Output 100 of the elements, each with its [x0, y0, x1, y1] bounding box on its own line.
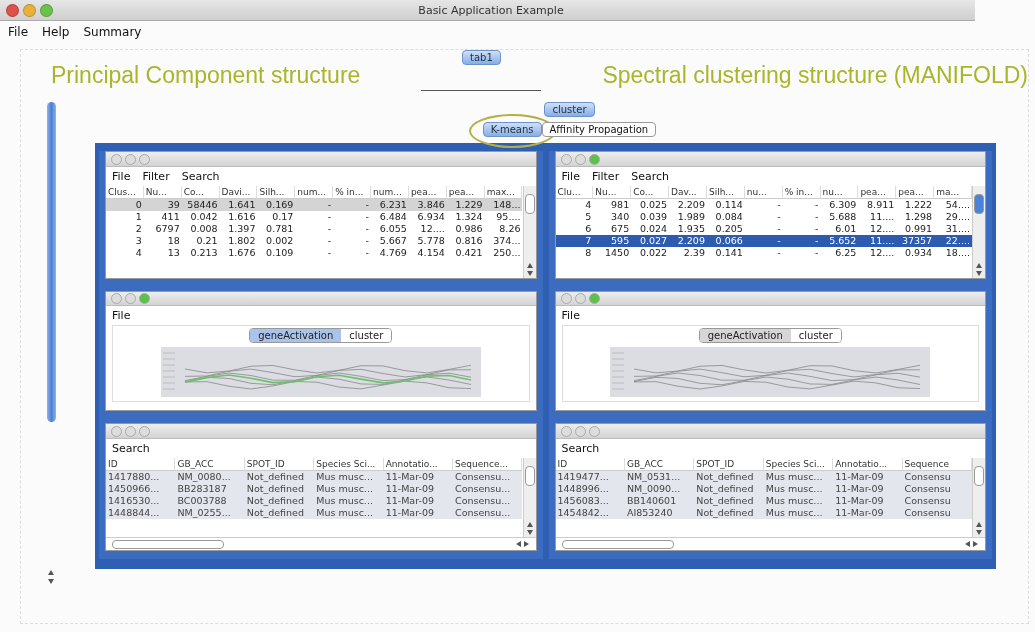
column-header[interactable]: Dav... [669, 186, 707, 199]
window-button[interactable] [588, 425, 600, 437]
arrow-down-icon[interactable] [48, 578, 54, 585]
window-button[interactable] [125, 293, 136, 304]
table-cell-text: 1.298 [903, 211, 934, 223]
column-header[interactable]: pea... [858, 186, 897, 199]
scrollbar[interactable] [522, 458, 536, 537]
scrollbar[interactable] [522, 186, 536, 278]
arrow-right-icon[interactable] [973, 540, 979, 548]
table-cell: Consensu... [453, 507, 523, 519]
arrow-up-icon[interactable] [976, 262, 982, 269]
menu-item[interactable]: File [112, 309, 131, 322]
minimize-button[interactable] [23, 3, 36, 17]
scrollbar[interactable] [972, 186, 985, 278]
menu-item[interactable]: File [561, 309, 580, 322]
window-button[interactable] [139, 425, 150, 437]
column-header[interactable]: ma... [934, 186, 972, 199]
table-cell-text: 0.024 [638, 223, 669, 235]
table-cell-text: 6.934 [416, 211, 446, 223]
tab[interactable]: Affinity Propagation [541, 122, 657, 137]
table-cell: - [782, 235, 821, 247]
close-button[interactable] [6, 3, 19, 17]
tab[interactable]: cluster [544, 102, 595, 117]
arrow-down-icon[interactable] [526, 270, 533, 277]
horizontal-scrollbar[interactable] [555, 537, 985, 550]
window-button[interactable] [139, 153, 150, 165]
window-button[interactable] [560, 425, 572, 437]
menu-item[interactable]: File [561, 170, 580, 183]
column-header[interactable]: Clu... [555, 186, 594, 199]
arrow-up-icon[interactable] [526, 521, 533, 528]
table-cell-text: 6.01 [834, 223, 858, 235]
tab[interactable]: geneActivation [250, 329, 342, 342]
window-button[interactable] [111, 425, 122, 437]
tab[interactable]: geneActivation [699, 329, 791, 342]
arrow-up-icon[interactable] [526, 262, 533, 269]
arrow-down-icon[interactable] [526, 529, 533, 536]
scroll-thumb[interactable] [112, 539, 224, 549]
table-cell: 11.... [858, 235, 897, 247]
table-cell: Consensu... [453, 495, 523, 507]
scroll-thumb[interactable] [561, 539, 674, 549]
column-header[interactable]: % in... [782, 186, 821, 199]
table-cell-text: 12.... [869, 247, 896, 259]
window-button[interactable] [560, 293, 572, 304]
column-header[interactable]: Silh... [706, 186, 745, 199]
table-cell-text: - [776, 223, 782, 235]
arrow-left-icon[interactable] [514, 540, 521, 548]
window-button[interactable] [574, 425, 586, 437]
column-header[interactable]: nu... [744, 186, 783, 199]
arrow-up-icon[interactable] [976, 521, 982, 528]
column-header[interactable]: nu... [820, 186, 859, 199]
menu-item[interactable]: Search [112, 442, 150, 455]
scroll-thumb[interactable] [524, 466, 535, 486]
window-button[interactable] [125, 425, 136, 437]
table-cell-text: 0.816 [454, 235, 484, 247]
table-cell-text: 4 [134, 247, 143, 259]
menu-item[interactable]: File [112, 170, 131, 183]
window-button[interactable] [125, 153, 136, 165]
table-cell: Consensu [902, 471, 972, 483]
arrow-right-icon[interactable] [523, 540, 530, 548]
table-cell: - [295, 199, 334, 211]
table-cell-text: 6.309 [828, 199, 858, 211]
arrow-up-icon[interactable] [48, 569, 54, 576]
column-header[interactable]: Nu... [593, 186, 632, 199]
table-cell: 1456083... [555, 495, 625, 507]
menu-item[interactable]: Summary [83, 25, 142, 39]
scroll-thumb[interactable] [524, 194, 535, 214]
menu-item[interactable]: Help [42, 25, 70, 39]
table-cell-text: 0.002 [265, 235, 295, 247]
arrow-down-icon[interactable] [976, 270, 982, 277]
tab[interactable]: K-means [482, 122, 542, 137]
table-cell: BB283187 [175, 483, 245, 495]
window-button[interactable] [139, 293, 150, 304]
arrow-left-icon[interactable] [964, 540, 970, 548]
window-button[interactable] [574, 293, 586, 304]
zoom-button[interactable] [40, 3, 53, 17]
window-button[interactable] [111, 293, 122, 304]
window-button[interactable] [111, 153, 122, 165]
horizontal-scrollbar[interactable] [106, 537, 536, 550]
menu-item[interactable]: Filter [591, 170, 620, 183]
window-button[interactable] [588, 153, 600, 165]
table-cell: AI853240 [624, 507, 695, 519]
menu-item[interactable]: Filter [142, 170, 170, 183]
menu-item[interactable]: Search [561, 442, 600, 455]
table-cell: 11-Mar-09 [383, 507, 454, 519]
arrow-down-icon[interactable] [976, 529, 982, 536]
window-button[interactable] [588, 293, 600, 304]
scroll-thumb[interactable] [974, 466, 984, 486]
scrollbar[interactable] [972, 458, 985, 537]
table-cell-text: 31.... [944, 223, 971, 235]
menu-item[interactable]: File [8, 25, 29, 39]
scrollbar[interactable] [46, 102, 56, 422]
window-button[interactable] [560, 153, 572, 165]
menu-item[interactable]: Search [181, 170, 220, 183]
scroll-thumb[interactable] [974, 194, 984, 214]
menu-item[interactable]: Search [631, 170, 669, 183]
column-header[interactable]: Co... [631, 186, 670, 199]
tab[interactable]: tab1 [462, 50, 501, 65]
window-button[interactable] [574, 153, 586, 165]
column-header[interactable]: pea... [896, 186, 935, 199]
table-cell-text: 981 [610, 199, 631, 211]
